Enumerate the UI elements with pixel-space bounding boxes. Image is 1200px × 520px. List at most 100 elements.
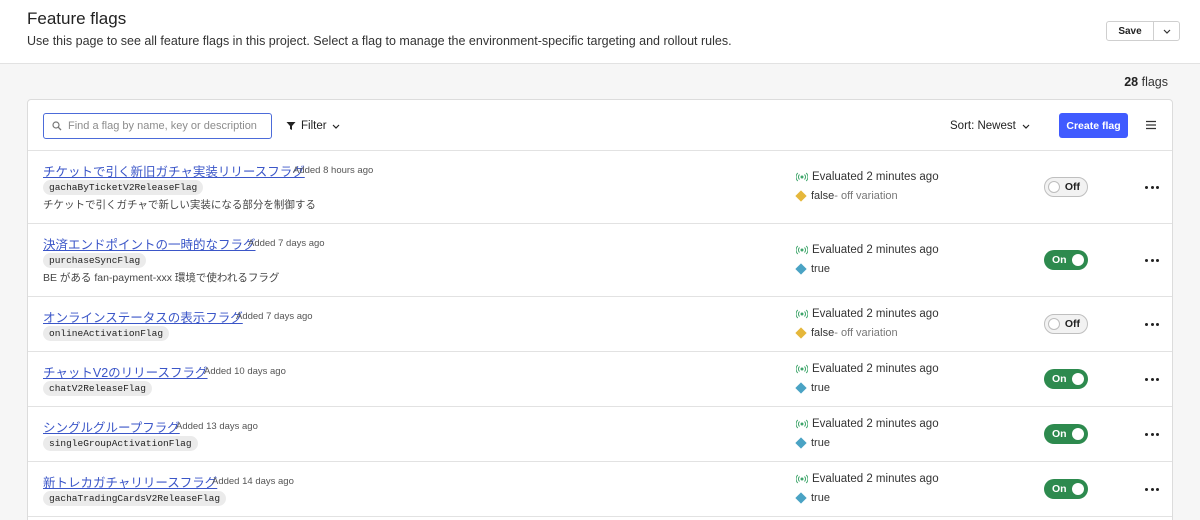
flag-row: 決済エンドポイントの一時的なフラグ Added 7 days ago purch… [28,224,1172,297]
search-box [43,113,272,139]
flag-evaluation: Evaluated 2 minutes ago [796,244,939,256]
flag-evaluation: Evaluated 2 minutes ago [796,308,939,320]
evaluated-text: Evaluated 2 minutes ago [812,308,939,320]
page-header: Feature flags Use this page to see all f… [0,0,1200,64]
toggle-knob [1072,373,1084,385]
search-input[interactable] [68,120,258,132]
variation-diamond-icon [795,492,807,504]
flag-description: チケットで引くガチャで新しい実装になる部分を制御する [43,199,316,211]
flag-evaluation: Evaluated 2 minutes ago [796,418,939,430]
more-options-icon[interactable] [1145,376,1159,382]
toggle-knob [1072,254,1084,266]
flag-added-time: Added 14 days ago [212,476,294,487]
flag-toggle[interactable]: On [1044,479,1088,499]
flag-name-link[interactable]: シングルグループフラグ [43,417,180,436]
flag-key[interactable]: chatV2ReleaseFlag [43,381,152,396]
flag-name-link[interactable]: オンラインステータスの表示フラグ [43,307,243,326]
flag-key[interactable]: onlineActivationFlag [43,326,170,341]
toggle-label: Off [1064,181,1080,193]
flag-evaluation: Evaluated 2 minutes ago [796,171,939,183]
variation-value: true [811,263,830,275]
flag-variation: true [795,437,830,449]
flag-key[interactable]: purchaseSyncFlag [43,253,147,268]
flag-toggle[interactable]: On [1044,369,1088,389]
flag-evaluation: Evaluated 2 minutes ago [796,473,939,485]
filter-label: Filter [301,120,327,132]
more-options-icon[interactable] [1145,257,1159,263]
variation-diamond-icon [795,327,807,339]
page-description: Use this page to see all feature flags i… [27,34,732,48]
flag-name-link[interactable]: 決済エンドポイントの一時的なフラグ [43,234,256,253]
flag-added-time: Added 8 hours ago [293,165,374,176]
toggle-label: On [1052,428,1067,440]
flag-key[interactable]: singleGroupActivationFlag [43,436,198,451]
filter-button[interactable]: Filter [286,117,340,135]
more-options-icon[interactable] [1145,321,1159,327]
variation-value: false [811,190,835,202]
variation-value: true [811,382,830,394]
flag-row: 新トレカガチャリリースフラグ Added 14 days ago gachaTr… [28,462,1172,517]
page-title: Feature flags [27,9,127,28]
variation-diamond-icon [795,190,807,202]
flag-variation: true [795,263,830,275]
more-options-icon[interactable] [1145,431,1159,437]
variation-diamond-icon [795,263,807,275]
flag-key[interactable]: gachaByTicketV2ReleaseFlag [43,180,204,195]
toggle-knob [1072,428,1084,440]
flag-count: 28 flags [1124,75,1168,89]
variation-suffix: - off variation [834,190,898,202]
variation-value: false [811,327,835,339]
evaluated-text: Evaluated 2 minutes ago [812,418,939,430]
evaluated-text: Evaluated 2 minutes ago [812,473,939,485]
save-button-group: Save [1106,21,1180,41]
flag-variation: true [795,382,830,394]
variation-value: true [811,437,830,449]
flag-row: チャットV2のリリースフラグ Added 10 days ago chatV2R… [28,352,1172,407]
sort-label: Sort: Newest [950,120,1016,132]
flag-added-time: Added 10 days ago [204,366,286,377]
toggle-knob [1048,318,1060,330]
flag-name-link[interactable]: チケットで引く新旧ガチャ実装リリースフラグ [43,161,305,180]
flag-name-link[interactable]: 新トレカガチャリリースフラグ [43,472,217,491]
flag-variation: true [795,492,830,504]
variation-diamond-icon [795,437,807,449]
signal-icon [796,474,808,484]
flag-toggle[interactable]: Off [1044,177,1088,197]
save-options-button[interactable] [1153,22,1179,40]
chevron-down-icon [1163,29,1170,34]
toggle-knob [1072,483,1084,495]
evaluated-text: Evaluated 2 minutes ago [812,244,939,256]
flag-name-link[interactable]: チャットV2のリリースフラグ [43,362,208,381]
sort-button[interactable]: Sort: Newest [950,117,1030,135]
toggle-label: On [1052,254,1067,266]
signal-icon [796,309,808,319]
flag-description: BE がある fan-payment-xxx 環境で使われるフラグ [43,272,280,284]
create-flag-button[interactable]: Create flag [1059,113,1128,138]
flag-evaluation: Evaluated 2 minutes ago [796,363,939,375]
save-button[interactable]: Save [1107,22,1153,40]
toggle-label: On [1052,373,1067,385]
flag-toggle[interactable]: Off [1044,314,1088,334]
flag-count-label: flags [1141,75,1168,89]
flag-toggle[interactable]: On [1044,250,1088,270]
filter-icon [286,122,296,130]
chevron-down-icon [1022,124,1030,129]
more-options-icon[interactable] [1145,486,1159,492]
signal-icon [796,172,808,182]
flags-toolbar: Filter Sort: Newest Create flag [28,100,1172,151]
flag-variation: false - off variation [795,190,898,202]
flag-added-time: Added 7 days ago [248,238,325,249]
flag-added-time: Added 7 days ago [236,311,313,322]
variation-value: true [811,492,830,504]
flag-key[interactable]: gachaTradingCardsV2ReleaseFlag [43,491,227,506]
more-options-icon[interactable] [1145,184,1159,190]
evaluated-text: Evaluated 2 minutes ago [812,171,939,183]
toggle-knob [1048,181,1060,193]
signal-icon [796,419,808,429]
list-options-icon[interactable] [1145,119,1157,131]
toggle-label: On [1052,483,1067,495]
flag-added-time: Added 13 days ago [176,421,258,432]
flag-toggle[interactable]: On [1044,424,1088,444]
search-icon [52,121,62,131]
flags-panel: Filter Sort: Newest Create flag チケットで引く新… [27,99,1173,520]
